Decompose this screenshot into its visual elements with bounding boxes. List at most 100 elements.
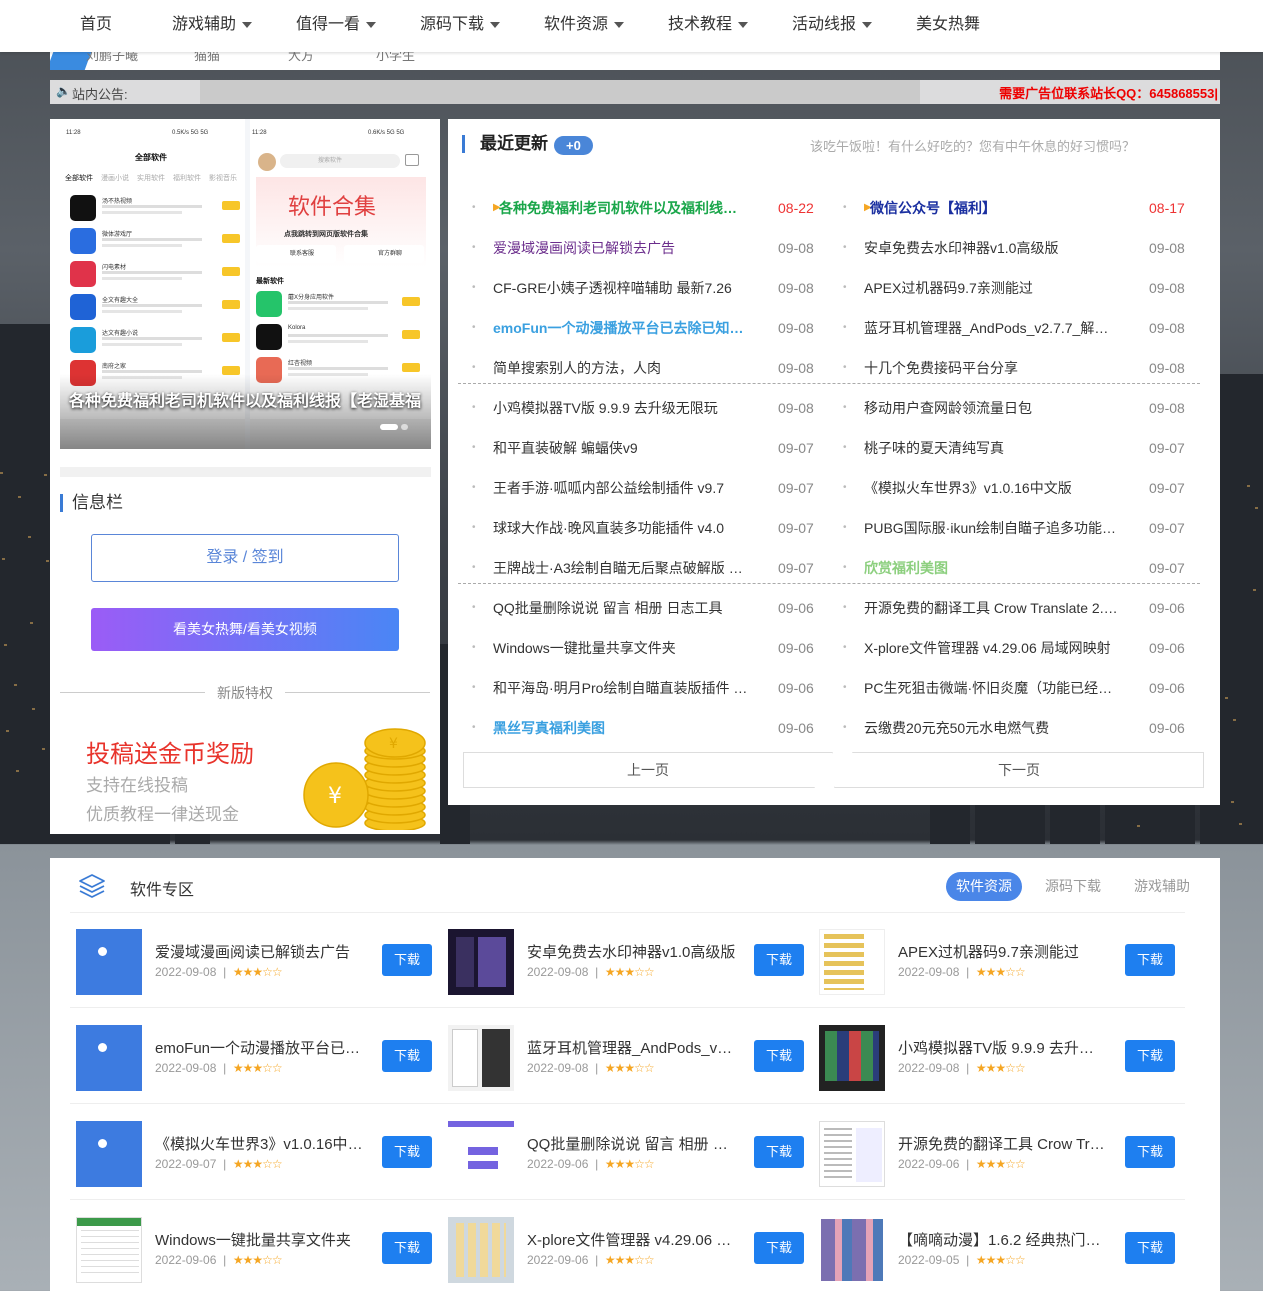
software-thumbnail[interactable] [448, 1025, 514, 1091]
tab-software[interactable]: 软件资源 [946, 872, 1022, 901]
login-button[interactable]: 登录 / 签到 [91, 534, 399, 582]
notice-ad-text[interactable]: 需要广告位联系站长QQ：645868553| [999, 83, 1218, 102]
nav-item[interactable]: 软件资源 [544, 0, 625, 52]
software-thumbnail[interactable] [448, 1121, 514, 1187]
software-thumbnail[interactable] [819, 1025, 885, 1091]
status-time: 11:28 [66, 130, 81, 136]
strip-item[interactable]: 刘鹏子曦 [86, 52, 138, 64]
update-title-link[interactable]: 和平直装破解 蝙蝠侠v9 [493, 428, 748, 468]
software-name-link[interactable]: 小鸡模拟器TV版 9.9.9 去升级无限玩 [898, 1037, 1108, 1058]
download-button[interactable]: 下载 [754, 1232, 804, 1264]
slide-caption[interactable]: 各种免费福利老司机软件以及福利线报【老湿基福 [60, 387, 431, 417]
update-title-link[interactable]: 云缴费20元充50元水电燃气费 [864, 708, 1119, 748]
update-row: • QQ批量删除说说 留言 相册 日志工具 09-06 [448, 588, 819, 628]
software-name-link[interactable]: 爱漫域漫画阅读已解锁去广告 [155, 941, 365, 962]
update-title-link[interactable]: QQ批量删除说说 留言 相册 日志工具 [493, 588, 748, 628]
update-title-link[interactable]: 《模拟火车世界3》v1.0.16中文版 [864, 468, 1119, 508]
download-button[interactable]: 下载 [754, 944, 804, 976]
update-title-link[interactable]: 移动用户查网龄领流量日包 [864, 388, 1119, 428]
update-title-link[interactable]: CF-GRE小姨子透视梓喵辅助 最新7.26 [493, 268, 748, 308]
update-date: 09-06 [1149, 600, 1185, 616]
update-title-link[interactable]: 微信公众号【福利】 [870, 188, 1119, 228]
update-row: • 黑丝写真福利美图 09-06 [448, 708, 819, 748]
download-button[interactable]: 下载 [382, 944, 432, 976]
software-thumbnail[interactable] [76, 1025, 142, 1091]
strip-item[interactable]: 猫猫 [194, 52, 220, 64]
software-thumbnail[interactable] [76, 929, 142, 995]
download-button[interactable]: 下载 [754, 1136, 804, 1168]
software-name-link[interactable]: emoFun一个动漫播放平台已去除已知广告 [155, 1037, 365, 1058]
update-title-link[interactable]: PUBG国际服·ikun绘制自瞄子追多功能插件 [864, 508, 1119, 548]
update-title-link[interactable]: 小鸡模拟器TV版 9.9.9 去升级无限玩 [493, 388, 748, 428]
update-title-link[interactable]: 欣赏福利美图 [864, 548, 1119, 588]
download-button[interactable]: 下载 [382, 1232, 432, 1264]
update-title-link[interactable]: 各种免费福利老司机软件以及福利线报【老湿基福利】 [499, 188, 748, 228]
tab-source-code[interactable]: 源码下载 [1035, 872, 1111, 901]
update-title-link[interactable]: 王者手游·呱呱内部公益绘制插件 v9.7 [493, 468, 748, 508]
software-name-link[interactable]: 开源免费的翻译工具 Crow Translate 2.10.0 [898, 1133, 1108, 1154]
beauty-video-button[interactable]: 看美女热舞/看美女视频 [91, 608, 399, 651]
nav-item[interactable]: 技术教程 [668, 0, 749, 52]
nav-item[interactable]: 美女热舞 [916, 0, 980, 52]
svg-text:¥: ¥ [389, 736, 398, 752]
nav-item[interactable]: 值得一看 [296, 0, 377, 52]
promo-title[interactable]: 投稿送金币奖励 [86, 734, 254, 769]
update-title-link[interactable]: 和平海岛·明月Pro绘制自瞄直装版插件 v9.7 [493, 668, 748, 708]
update-title-link[interactable]: APEX过机器码9.7亲测能过 [864, 268, 1119, 308]
download-button[interactable]: 下载 [382, 1136, 432, 1168]
download-button[interactable]: 下载 [382, 1040, 432, 1072]
download-button[interactable]: 下载 [754, 1040, 804, 1072]
window-light [0, 472, 3, 474]
update-title-link[interactable]: emoFun一个动漫播放平台已去除已知广告 [493, 308, 748, 348]
update-title-link[interactable]: X-plore文件管理器 v4.29.06 局域网映射 [864, 628, 1119, 668]
software-name-link[interactable]: Windows一键批量共享文件夹 [155, 1229, 365, 1250]
software-thumbnail[interactable] [448, 1217, 514, 1283]
software-thumbnail[interactable] [819, 1121, 885, 1187]
app-get-button [222, 201, 240, 210]
strip-item[interactable]: 大方 [288, 52, 314, 64]
update-title-link[interactable]: 十几个免费接码平台分享 [864, 348, 1119, 388]
update-title-link[interactable]: 王牌战士·A3绘制自瞄无后聚点破解版 v9.7 [493, 548, 748, 588]
update-title-link[interactable]: 黑丝写真福利美图 [493, 708, 748, 748]
update-row: • emoFun一个动漫播放平台已去除已知广告 09-08 [448, 308, 819, 348]
update-title-link[interactable]: 爱漫域漫画阅读已解锁去广告 [493, 228, 748, 268]
software-thumbnail[interactable] [76, 1217, 142, 1283]
download-button[interactable]: 下载 [1125, 944, 1175, 976]
download-button[interactable]: 下载 [1125, 1136, 1175, 1168]
featured-slider[interactable]: 11:28 0.5K/s 5G 5G 全部软件 全部软件 漫画小说 实用软件 福利软件… [60, 119, 431, 449]
tab-game-assist[interactable]: 游戏辅助 [1124, 872, 1200, 901]
update-title-link[interactable]: PC生死狙击微端·怀旧炎魔（功能已经修复） [864, 668, 1119, 708]
software-name-link[interactable]: 【嘀嘀动漫】1.6.2 经典热门动漫免费看 [898, 1229, 1108, 1250]
prev-page-button[interactable]: 上一页 [463, 752, 833, 788]
software-thumbnail[interactable] [76, 1121, 142, 1187]
window-light [4, 644, 7, 646]
software-name-link[interactable]: APEX过机器码9.7亲测能过 [898, 941, 1108, 962]
update-row: • 《模拟火车世界3》v1.0.16中文版 09-07 [819, 468, 1190, 508]
software-thumbnail[interactable] [448, 929, 514, 995]
software-thumbnail[interactable] [819, 1217, 885, 1283]
next-page-button[interactable]: 下一页 [834, 752, 1204, 788]
update-row: • 王牌战士·A3绘制自瞄无后聚点破解版 v9.7 09-07 [448, 548, 819, 588]
software-name-link[interactable]: 蓝牙耳机管理器_AndPods_v2.7.7_解锁高级版 [527, 1037, 737, 1058]
bullet-icon: • [843, 202, 847, 213]
nav-item[interactable]: 首页 [80, 0, 112, 52]
update-title-link[interactable]: 桃子味的夏天清纯写真 [864, 428, 1119, 468]
update-title-link[interactable]: 开源免费的翻译工具 Crow Translate 2.10.0 [864, 588, 1119, 628]
software-name-link[interactable]: 《模拟火车世界3》v1.0.16中文版 [155, 1133, 365, 1154]
software-name-link[interactable]: X-plore文件管理器 v4.29.06 局域网映射 [527, 1229, 737, 1250]
software-thumbnail[interactable] [819, 929, 885, 995]
nav-item[interactable]: 游戏辅助 [172, 0, 253, 52]
update-title-link[interactable]: Windows一键批量共享文件夹 [493, 628, 748, 668]
strip-item[interactable]: 小学生 [376, 52, 415, 64]
download-button[interactable]: 下载 [1125, 1040, 1175, 1072]
nav-item[interactable]: 源码下载 [420, 0, 501, 52]
nav-item[interactable]: 活动线报 [792, 0, 873, 52]
download-button[interactable]: 下载 [1125, 1232, 1175, 1264]
software-name-link[interactable]: QQ批量删除说说 留言 相册 日志工具 [527, 1133, 737, 1154]
software-name-link[interactable]: 安卓免费去水印神器v1.0高级版 [527, 941, 737, 962]
update-title-link[interactable]: 安卓免费去水印神器v1.0高级版 [864, 228, 1119, 268]
update-title-link[interactable]: 蓝牙耳机管理器_AndPods_v2.7.7_解锁高级版 [864, 308, 1119, 348]
slide-dots[interactable] [380, 417, 411, 433]
update-title-link[interactable]: 球球大作战·晚风直装多功能插件 v4.0 [493, 508, 748, 548]
update-title-link[interactable]: 简单搜索别人的方法，人肉 [493, 348, 748, 388]
